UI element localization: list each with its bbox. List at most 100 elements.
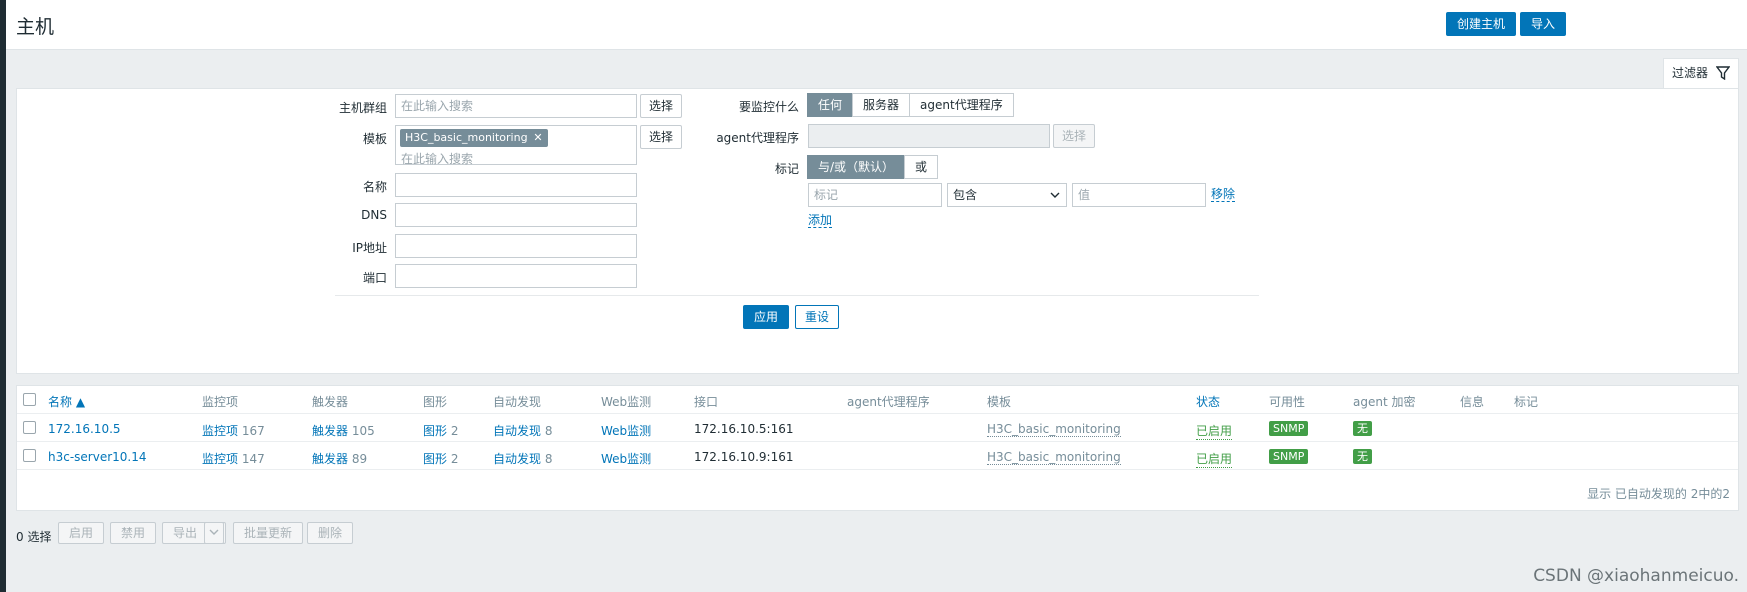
discovery-count: 8	[544, 424, 553, 438]
page-title: 主机	[16, 16, 55, 38]
remove-tag-link[interactable]: 移除	[1211, 187, 1236, 202]
web-link[interactable]: Web监测	[601, 422, 651, 439]
chevron-down-icon	[209, 529, 219, 535]
add-tag-link[interactable]: 添加	[808, 213, 833, 228]
remove-chip-icon[interactable]: ✕	[533, 129, 542, 147]
col-encryption-header: agent 加密	[1353, 395, 1416, 409]
proxy-select-button[interactable]: 选择	[1053, 124, 1096, 148]
mass-update-button[interactable]: 批量更新	[233, 522, 304, 544]
row-checkbox[interactable]	[23, 449, 36, 462]
monitored-by-segmented: 任何 服务器 agent代理程序	[807, 93, 1014, 117]
port-input[interactable]	[395, 264, 637, 288]
monitored-by-proxy[interactable]: agent代理程序	[909, 93, 1014, 117]
triggers-count: 105	[351, 424, 375, 438]
graphs-count: 2	[450, 452, 459, 466]
discovery-link[interactable]: 自动发现	[493, 452, 541, 466]
triggers-link[interactable]: 触发器	[312, 424, 348, 438]
encryption-cell: 无	[1353, 449, 1372, 464]
host-name-link[interactable]: h3c-server10.14	[48, 450, 147, 464]
encryption-badge: 无	[1353, 421, 1372, 436]
discovery-count: 8	[544, 452, 553, 466]
items-cell: 监控项 167	[202, 422, 265, 439]
name-input[interactable]	[395, 173, 637, 197]
ip-input[interactable]	[395, 234, 637, 258]
dns-label: DNS	[361, 208, 387, 222]
enable-button[interactable]: 启用	[58, 522, 105, 544]
col-triggers-header: 触发器	[312, 395, 349, 409]
selected-count: 0 选择	[16, 530, 52, 544]
export-dropdown-button[interactable]	[204, 522, 224, 544]
graphs-cell: 图形 2	[423, 422, 458, 439]
status-toggle[interactable]: 已启用	[1196, 450, 1233, 468]
host-name-link[interactable]: 172.16.10.5	[48, 422, 121, 436]
items-link[interactable]: 监控项	[202, 424, 238, 438]
tag-value-input[interactable]	[1072, 183, 1206, 207]
row-divider	[17, 469, 1738, 470]
proxy-label: agent代理程序	[716, 131, 799, 145]
discovery-link[interactable]: 自动发现	[493, 424, 541, 438]
chevron-down-icon	[1050, 192, 1060, 198]
hosts-table: 名称 ▲ 监控项 触发器 图形 自动发现 Web监测 接口 agent代理程序 …	[16, 385, 1739, 511]
tags-mode-and-or[interactable]: 与/或（默认）	[807, 155, 906, 179]
disable-button[interactable]: 禁用	[110, 522, 157, 544]
col-items-header: 监控项	[202, 395, 239, 409]
apply-button[interactable]: 应用	[743, 305, 790, 329]
filter-tab[interactable]: 过滤器	[1663, 58, 1739, 88]
template-multiselect[interactable]: H3C_basic_monitoring ✕ 在此输入搜索	[395, 125, 637, 166]
template-select-button[interactable]: 选择	[640, 125, 683, 149]
triggers-count: 89	[351, 452, 368, 466]
reset-button[interactable]: 重设	[795, 305, 840, 329]
discovery-cell: 自动发现 8	[493, 422, 552, 439]
col-interface-header: 接口	[694, 395, 719, 409]
col-proxy-header: agent代理程序	[847, 395, 930, 409]
col-name-header[interactable]: 名称 ▲	[48, 393, 85, 410]
items-link[interactable]: 监控项	[202, 452, 238, 466]
filter-panel: 主机群组 选择 模板 H3C_basic_monitoring ✕ 在此输入搜索…	[16, 88, 1739, 374]
tag-name-input[interactable]	[808, 183, 942, 207]
table-footer-note: 显示 已自动发现的 2中的2	[1587, 487, 1730, 501]
tag-operator-select[interactable]: 包含	[947, 183, 1067, 207]
col-graphs-header: 图形	[423, 395, 448, 409]
monitored-by-server[interactable]: 服务器	[852, 93, 911, 117]
graphs-link[interactable]: 图形	[423, 452, 447, 466]
template-chip: H3C_basic_monitoring ✕	[400, 129, 548, 147]
import-button[interactable]: 导入	[1520, 12, 1567, 36]
tags-mode-or[interactable]: 或	[904, 155, 939, 179]
filter-tab-label: 过滤器	[1672, 66, 1709, 80]
create-host-button[interactable]: 创建主机	[1446, 12, 1517, 36]
delete-button[interactable]: 删除	[307, 522, 354, 544]
interface-cell: 172.16.10.5:161	[694, 422, 794, 436]
encryption-badge: 无	[1353, 449, 1372, 464]
web-link[interactable]: Web监测	[601, 450, 651, 467]
monitored-by-any[interactable]: 任何	[807, 93, 854, 117]
triggers-cell: 触发器 105	[312, 422, 375, 439]
template-label: 模板	[362, 132, 387, 146]
col-availability-header: 可用性	[1269, 395, 1306, 409]
filter-divider	[335, 295, 1259, 296]
col-discovery-header: 自动发现	[493, 395, 542, 409]
col-web-header: Web监测	[601, 395, 652, 409]
graphs-link[interactable]: 图形	[423, 424, 447, 438]
monitored-by-label: 要监控什么	[738, 100, 799, 114]
host-group-select-button[interactable]: 选择	[640, 94, 683, 118]
dns-input[interactable]	[395, 203, 637, 227]
encryption-cell: 无	[1353, 421, 1372, 436]
template-link[interactable]: H3C_basic_monitoring	[987, 422, 1121, 437]
col-templates-header: 模板	[987, 395, 1012, 409]
export-label: 导出	[173, 526, 198, 540]
proxy-input	[808, 124, 1050, 148]
row-checkbox[interactable]	[23, 421, 36, 434]
watermark: CSDN @xiaohanmeicuo.	[1533, 566, 1739, 586]
items-count: 167	[241, 424, 265, 438]
status-toggle[interactable]: 已启用	[1196, 422, 1233, 440]
select-all-checkbox[interactable]	[23, 393, 36, 406]
col-info-header: 信息	[1460, 395, 1485, 409]
graphs-cell: 图形 2	[423, 450, 458, 467]
items-count: 147	[241, 452, 265, 466]
template-link[interactable]: H3C_basic_monitoring	[987, 450, 1121, 465]
header-divider	[17, 413, 1738, 414]
host-group-input[interactable]	[395, 94, 637, 118]
col-status-header[interactable]: 状态	[1196, 393, 1220, 410]
snmp-badge: SNMP	[1269, 449, 1309, 464]
triggers-link[interactable]: 触发器	[312, 452, 348, 466]
